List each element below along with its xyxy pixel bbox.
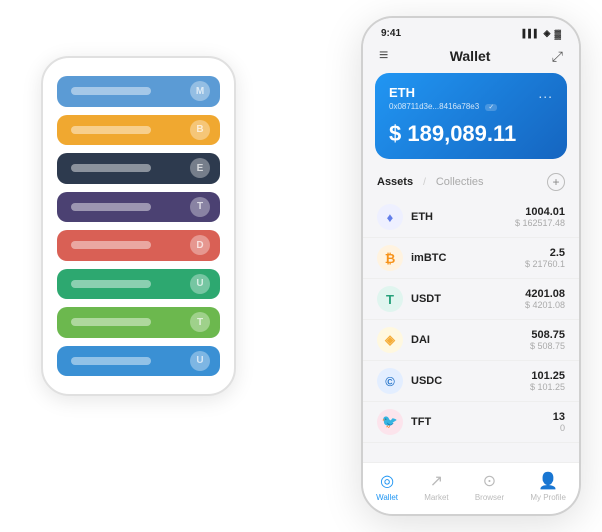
asset-amount: 101.25 bbox=[530, 370, 565, 382]
asset-values: 2.5$ 21760.1 bbox=[525, 247, 565, 269]
card-row: M bbox=[57, 76, 220, 107]
asset-usd: $ 21760.1 bbox=[525, 259, 565, 269]
card-row: T bbox=[57, 307, 220, 338]
header-title: Wallet bbox=[450, 48, 491, 64]
status-bar: 9:41 ▌▌▌ ◈ ▓ bbox=[363, 18, 579, 43]
nav-item[interactable]: 👤 My Profile bbox=[530, 471, 566, 502]
nav-label: Wallet bbox=[376, 493, 398, 502]
assets-tab-inactive[interactable]: Collecties bbox=[436, 176, 484, 188]
card-row: B bbox=[57, 115, 220, 146]
asset-values: 1004.01$ 162517.48 bbox=[515, 206, 565, 228]
eth-card-more[interactable]: ... bbox=[538, 85, 553, 101]
asset-usd: $ 101.25 bbox=[530, 382, 565, 392]
eth-card-address: 0x08711d3e...8416a78e3 ✓ bbox=[389, 102, 553, 111]
asset-usd: $ 4201.08 bbox=[525, 300, 565, 310]
signal-icon: ▌▌▌ bbox=[523, 29, 540, 38]
nav-item[interactable]: ⊙ Browser bbox=[475, 471, 504, 502]
battery-icon: ▓ bbox=[554, 29, 561, 39]
nav-icon: ⊙ bbox=[483, 471, 496, 491]
asset-values: 508.75$ 508.75 bbox=[530, 329, 565, 351]
asset-name: USDC bbox=[411, 375, 530, 387]
eth-card-title: ETH bbox=[389, 85, 553, 100]
scene: MBETDUTU 9:41 ▌▌▌ ◈ ▓ ≡ Wallet ⤢ ETH 0x0… bbox=[21, 16, 581, 516]
asset-item[interactable]: ◈ DAI508.75$ 508.75 bbox=[363, 320, 579, 361]
asset-usd: $ 508.75 bbox=[530, 341, 565, 351]
bottom-nav: ◎ Wallet ↗ Market ⊙ Browser 👤 My Profile bbox=[363, 462, 579, 514]
asset-values: 130 bbox=[553, 411, 565, 433]
nav-label: Browser bbox=[475, 493, 504, 502]
asset-icon: ₿ bbox=[377, 245, 403, 271]
status-time: 9:41 bbox=[381, 28, 401, 39]
eth-card: ETH 0x08711d3e...8416a78e3 ✓ $ 189,089.1… bbox=[375, 73, 567, 159]
back-phone: MBETDUTU bbox=[41, 56, 236, 396]
assets-divider: / bbox=[423, 177, 426, 188]
assets-add-button[interactable]: + bbox=[547, 173, 565, 191]
asset-icon: 🐦 bbox=[377, 409, 403, 435]
status-icons: ▌▌▌ ◈ ▓ bbox=[523, 28, 562, 39]
asset-values: 101.25$ 101.25 bbox=[530, 370, 565, 392]
nav-icon: ↗ bbox=[430, 471, 443, 491]
asset-usd: $ 162517.48 bbox=[515, 218, 565, 228]
phone-header: ≡ Wallet ⤢ bbox=[363, 43, 579, 73]
card-row: E bbox=[57, 153, 220, 184]
asset-item[interactable]: © USDC101.25$ 101.25 bbox=[363, 361, 579, 402]
asset-name: TFT bbox=[411, 416, 553, 428]
asset-name: DAI bbox=[411, 334, 530, 346]
asset-name: ETH bbox=[411, 211, 515, 223]
card-row: U bbox=[57, 346, 220, 377]
expand-icon[interactable]: ⤢ bbox=[552, 48, 563, 65]
asset-item[interactable]: 🐦 TFT130 bbox=[363, 402, 579, 443]
card-row: D bbox=[57, 230, 220, 261]
asset-icon: ◈ bbox=[377, 327, 403, 353]
nav-item[interactable]: ↗ Market bbox=[424, 471, 448, 502]
assets-header: Assets / Collecties + bbox=[363, 169, 579, 197]
eth-card-balance: $ 189,089.11 bbox=[389, 121, 553, 147]
card-row: T bbox=[57, 192, 220, 223]
asset-amount: 2.5 bbox=[525, 247, 565, 259]
phone-content: ETH 0x08711d3e...8416a78e3 ✓ $ 189,089.1… bbox=[363, 73, 579, 462]
wifi-icon: ◈ bbox=[544, 28, 551, 39]
asset-item[interactable]: ♦ ETH1004.01$ 162517.48 bbox=[363, 197, 579, 238]
asset-icon: ♦ bbox=[377, 204, 403, 230]
nav-icon: 👤 bbox=[538, 471, 558, 491]
asset-amount: 508.75 bbox=[530, 329, 565, 341]
asset-icon: T bbox=[377, 286, 403, 312]
nav-item[interactable]: ◎ Wallet bbox=[376, 471, 398, 502]
assets-tab-active[interactable]: Assets bbox=[377, 176, 413, 188]
asset-icon: © bbox=[377, 368, 403, 394]
nav-icon: ◎ bbox=[380, 471, 394, 491]
asset-name: USDT bbox=[411, 293, 525, 305]
asset-item[interactable]: ₿ imBTC2.5$ 21760.1 bbox=[363, 238, 579, 279]
asset-amount: 1004.01 bbox=[515, 206, 565, 218]
asset-amount: 4201.08 bbox=[525, 288, 565, 300]
nav-label: Market bbox=[424, 493, 448, 502]
asset-list: ♦ ETH1004.01$ 162517.48 ₿ imBTC2.5$ 21760.1… bbox=[363, 197, 579, 462]
menu-icon[interactable]: ≡ bbox=[379, 47, 388, 65]
nav-label: My Profile bbox=[530, 493, 566, 502]
card-row: U bbox=[57, 269, 220, 300]
asset-values: 4201.08$ 4201.08 bbox=[525, 288, 565, 310]
asset-name: imBTC bbox=[411, 252, 525, 264]
asset-item[interactable]: T USDT4201.08$ 4201.08 bbox=[363, 279, 579, 320]
asset-amount: 13 bbox=[553, 411, 565, 423]
assets-tabs: Assets / Collecties bbox=[377, 176, 484, 188]
asset-usd: 0 bbox=[553, 423, 565, 433]
front-phone: 9:41 ▌▌▌ ◈ ▓ ≡ Wallet ⤢ ETH 0x08711d3e..… bbox=[361, 16, 581, 516]
